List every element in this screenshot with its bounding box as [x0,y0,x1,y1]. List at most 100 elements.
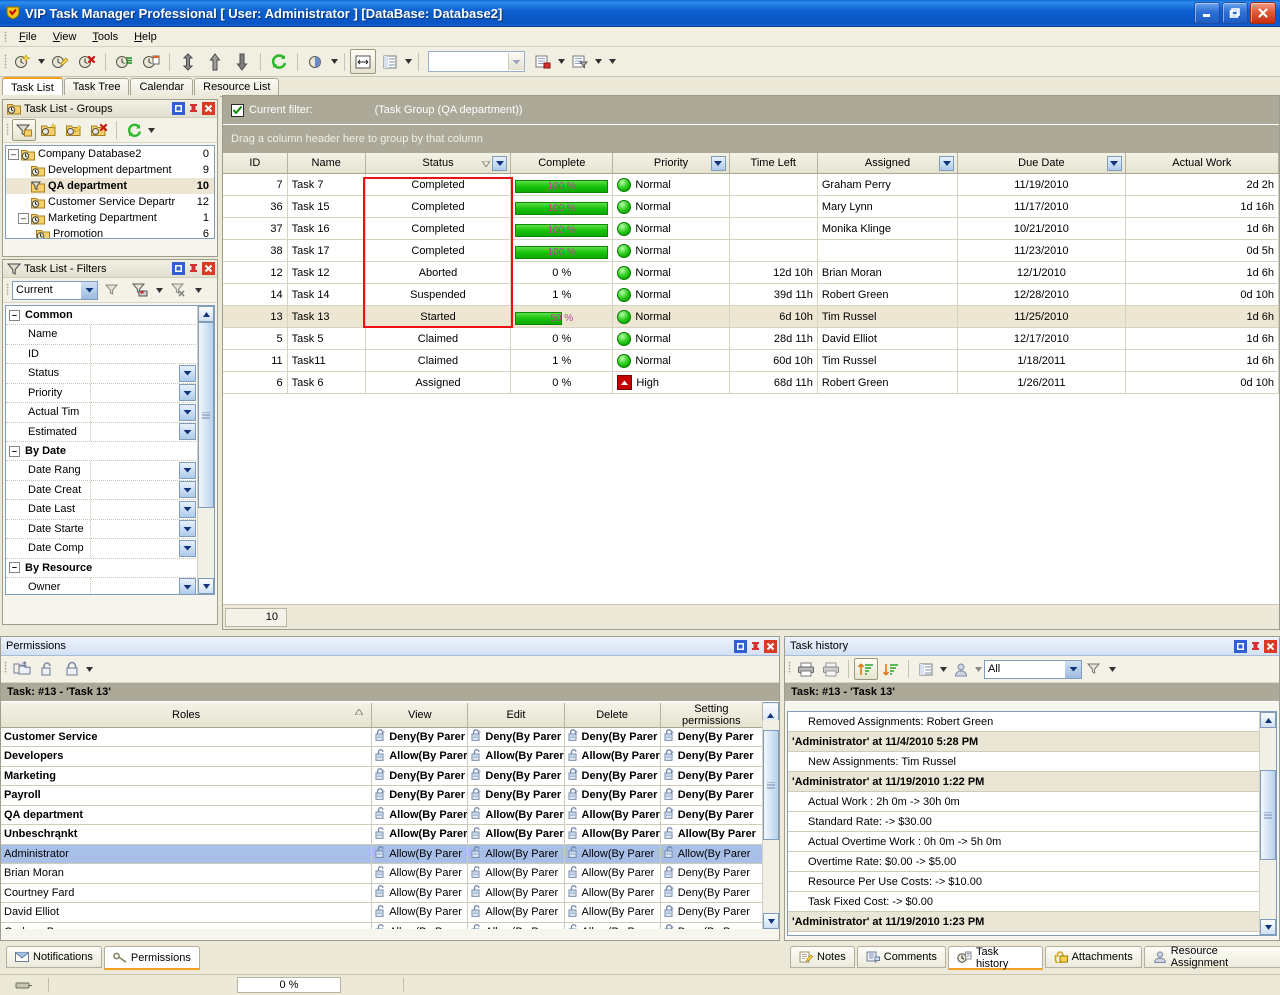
cell-edit[interactable]: Allow(By Parer [468,844,564,864]
scroll-down-icon[interactable] [1260,919,1276,935]
table-row[interactable]: 13 Task 13 Started 50 % Normal 6d 10h Ti… [223,306,1279,328]
tab-notifications[interactable]: Notifications [6,946,102,968]
filter-value[interactable] [91,325,198,344]
table-row[interactable]: Graham PerryAllow(By ParerAllow(By Parer… [1,922,779,929]
history-list[interactable]: Removed Assignments: Robert Green 'Admini… [787,711,1277,936]
chevron-down-icon[interactable] [179,481,196,498]
permissions-scrollbar[interactable] [762,720,779,929]
restore-button[interactable] [1222,2,1248,24]
maximize-icon[interactable] [734,640,747,653]
column-header-setting-permissions[interactable]: Setting permissions [660,703,762,728]
scroll-down-icon[interactable] [198,578,214,594]
cell-view[interactable]: Allow(By Parer [372,805,468,825]
filter-row-date-created[interactable]: Date Creat [6,481,198,501]
history-group-header[interactable]: 'Administrator' at 11/19/2010 1:22 PM [788,772,1260,792]
column-header-edit[interactable]: Edit [468,703,564,728]
tree-node-promotion[interactable]: Promotion 6 [6,226,214,239]
delete-task-icon[interactable] [74,49,100,74]
history-filter-select[interactable]: All [984,660,1082,679]
user-icon[interactable] [949,658,973,680]
table-row[interactable]: 36 Task 15 Completed 100 % Normal Mary L… [223,196,1279,218]
refresh-caret[interactable] [147,119,156,142]
history-entry[interactable]: Due date: 10/28/2010 -> 11/25/2010 [788,932,1260,935]
lock-icon[interactable] [60,658,84,680]
filter-row-owner[interactable]: Owner [6,578,198,595]
expander-minus-icon[interactable]: – [9,446,20,457]
columns-caret[interactable] [404,50,413,73]
filter-section-by-date[interactable]: – By Date [6,442,198,461]
table-row[interactable]: 38 Task 17 Completed 100 % Normal 11/23/… [223,240,1279,262]
table-row[interactable]: AdministratorAllow(By ParerAllow(By Pare… [1,844,779,864]
refresh-icon[interactable] [122,119,146,141]
table-row[interactable]: Customer ServiceDeny(By ParerDeny(By Par… [1,727,779,747]
history-filter-icon[interactable] [1083,658,1107,680]
cell-view[interactable]: Allow(By Parer [372,825,468,845]
table-row[interactable]: 5 Task 5 Claimed 0 % Normal 28d 11h Davi… [223,328,1279,350]
group-caret[interactable] [557,50,566,73]
fit-width-icon[interactable] [350,49,376,74]
expander-minus-icon[interactable]: – [9,310,20,321]
filter-row-estimated[interactable]: Estimated [6,423,198,443]
history-scrollbar[interactable] [1259,712,1276,935]
table-row[interactable]: Brian MoranAllow(By ParerAllow(By ParerA… [1,864,779,884]
column-header-complete[interactable]: Complete [511,153,613,174]
new-task-dropdown-caret[interactable] [37,50,46,73]
column-filter-button[interactable] [711,156,726,171]
column-header-time-left[interactable]: Time Left [729,153,817,174]
tab-task-history[interactable]: Task history [948,946,1043,970]
cell-view[interactable]: Allow(By Parer [372,864,468,884]
scroll-up-icon[interactable] [198,306,214,322]
history-entry[interactable]: Removed Assignments: Robert Green [788,712,1260,732]
column-header-assigned[interactable]: Assigned [817,153,957,174]
cell-view[interactable]: Allow(By Parer [372,747,468,767]
scrollbar-thumb[interactable] [763,730,779,840]
table-row[interactable]: 37 Task 16 Completed 100 % Normal Monika… [223,218,1279,240]
chevron-down-icon[interactable] [1065,661,1081,678]
chevron-down-icon[interactable] [179,501,196,518]
column-header-roles[interactable]: Roles [1,703,372,728]
close-icon[interactable] [1264,640,1277,653]
group-icon[interactable] [530,49,556,74]
user-caret[interactable] [974,658,983,681]
chevron-down-icon[interactable] [81,282,97,299]
table-row[interactable]: 14 Task 14 Suspended 1 % Normal 39d 11h … [223,284,1279,306]
tab-resource-list[interactable]: Resource List [194,78,279,96]
cell-setting-permissions[interactable]: Allow(By Parer [660,825,762,845]
filter-group-icon[interactable] [12,119,36,141]
expander-minus-icon[interactable]: – [9,562,20,573]
filter-value[interactable] [91,345,198,364]
cell-edit[interactable]: Allow(By Parer [468,747,564,767]
cell-setting-permissions[interactable]: Allow(By Parer [660,844,762,864]
cell-delete[interactable]: Allow(By Parer [564,747,660,767]
close-icon[interactable] [202,102,215,115]
tab-task-tree[interactable]: Task Tree [64,78,130,96]
cell-edit[interactable]: Allow(By Parer [468,883,564,903]
history-entry[interactable]: Resource Per Use Costs: -> $10.00 [788,872,1260,892]
cell-setting-permissions[interactable]: Deny(By Parer [660,747,762,767]
column-header-id[interactable]: ID [223,153,287,174]
column-header-due-date[interactable]: Due Date [958,153,1125,174]
cell-setting-permissions[interactable]: Deny(By Parer [660,903,762,923]
pin-icon[interactable] [1249,640,1262,653]
table-row[interactable]: 12 Task 12 Aborted 0 % Normal 12d 10h Br… [223,262,1279,284]
filter-caret[interactable] [594,50,603,73]
columns-caret[interactable] [939,658,948,681]
history-entry[interactable]: Actual Work : 2h 0m -> 30h 0m [788,792,1260,812]
cell-delete[interactable]: Allow(By Parer [564,903,660,923]
chevron-down-icon[interactable] [179,404,196,421]
table-row[interactable]: MarketingDeny(By ParerDeny(By ParerDeny(… [1,766,779,786]
maximize-icon[interactable] [1234,640,1247,653]
tree-node-marketing-department[interactable]: – Marketing Department 1 [6,210,214,226]
print-preview-icon[interactable] [819,658,843,680]
cell-edit[interactable]: Allow(By Parer [468,903,564,923]
tab-permissions[interactable]: Permissions [104,946,200,970]
expander-minus-icon[interactable]: – [8,149,19,160]
cell-delete[interactable]: Allow(By Parer [564,883,660,903]
tab-attachments[interactable]: Attachments [1045,946,1142,968]
filters-grid[interactable]: – Common Name ID Status Priority Actual … [5,305,215,595]
new-task-icon[interactable] [10,49,36,74]
filter-row-date-started[interactable]: Date Starte [6,520,198,540]
cell-edit[interactable]: Allow(By Parer [468,805,564,825]
new-group-icon[interactable] [37,119,61,141]
cell-delete[interactable]: Allow(By Parer [564,864,660,884]
